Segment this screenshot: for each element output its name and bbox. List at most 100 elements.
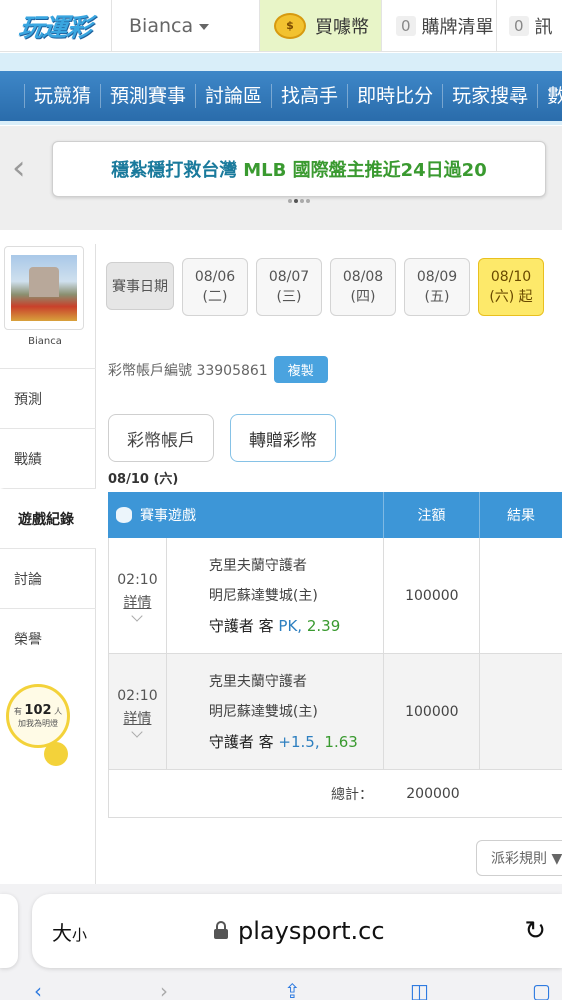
carousel-dot[interactable]	[300, 199, 304, 203]
banner-text-1: 穩紮穩打救台灣	[111, 160, 238, 181]
chevron-down-icon[interactable]	[131, 609, 144, 622]
time-cell: 02:10 詳情	[109, 538, 167, 653]
pick-handicap: PK,	[278, 617, 303, 635]
game-time: 02:10	[117, 687, 158, 704]
text-size-button[interactable]: 大小	[52, 917, 87, 946]
pick-handicap: +1.5,	[278, 733, 320, 751]
sidebar-item-game-log[interactable]: 遊戲紀錄	[0, 488, 96, 548]
top-header: 玩運彩 Bianca $ 買噱幣 0 購牌清單 0 訊	[0, 0, 562, 52]
main-panel: 賽事日期 08/06 (二) 08/07 (三) 08/08 (四) 08/09…	[96, 244, 562, 884]
sidebar-item-predict[interactable]: 預測	[0, 368, 96, 428]
chevron-down-icon	[199, 24, 210, 30]
column-header-game-label: 賽事遊戲	[140, 508, 196, 524]
copy-button[interactable]: 複製	[273, 356, 328, 383]
tab-gift-coin[interactable]: 轉贈彩幣	[230, 414, 336, 462]
address-bar[interactable]: 大小 playsport.cc ↻	[32, 894, 562, 968]
cart-button[interactable]: 0 購牌清單	[382, 0, 497, 51]
home-team: 明尼蘇達雙城(主)	[208, 704, 318, 720]
msg-count-badge: 0	[509, 15, 529, 36]
nav-item-quiz[interactable]: 玩競猜	[24, 84, 100, 108]
date-button[interactable]: 08/07 (三)	[256, 258, 322, 316]
current-date: 08/10 (六)	[108, 472, 179, 487]
table-footer: 總計： 200000	[108, 770, 562, 818]
site-logo[interactable]: 玩運彩	[0, 0, 112, 51]
share-icon[interactable]: ⇪	[284, 981, 301, 1000]
carousel-dot[interactable]	[306, 199, 310, 203]
pick-odds: 1.63	[324, 733, 358, 751]
nav-item-predict[interactable]: 預測賽事	[100, 84, 195, 108]
date-weekday: (三)	[276, 289, 302, 305]
sidebar-item-discuss[interactable]: 討論	[0, 548, 96, 608]
nav-item-player-search[interactable]: 玩家搜尋	[442, 84, 537, 108]
date-value: 08/06	[194, 269, 236, 285]
date-button[interactable]: 08/06 (二)	[182, 258, 248, 316]
back-icon[interactable]: ‹	[34, 981, 42, 1000]
avatar	[11, 255, 77, 321]
date-button[interactable]: 08/08 (四)	[330, 258, 396, 316]
date-value: 08/08	[342, 269, 384, 285]
reload-icon[interactable]: ↻	[524, 916, 546, 946]
date-weekday: (二)	[202, 289, 228, 305]
browser-bar: 大小 playsport.cc ↻ ‹ › ⇪ ◫ ▢	[0, 884, 562, 1000]
profile-sidebar: Bianca 預測 戰績 遊戲紀錄 討論 榮譽 有 102 人 加我為明燈	[0, 244, 96, 884]
messages-button[interactable]: 0 訊	[497, 0, 562, 51]
msg-label: 訊	[534, 16, 553, 38]
detail-link[interactable]: 詳情	[123, 592, 151, 612]
promo-banner[interactable]: 穩紮穩打救台灣 MLB 國際盤主推近24日過20	[52, 141, 546, 197]
date-label: 賽事日期	[106, 262, 174, 310]
away-team: 克里夫蘭守護者	[208, 674, 307, 690]
result-cell	[480, 538, 562, 653]
total-value: 200000	[406, 785, 460, 802]
match-cell: 克里夫蘭守護者 明尼蘇達雙城(主) 守護者 客 +1.5, 1.63	[167, 654, 385, 769]
carousel-dot[interactable]	[288, 199, 292, 203]
table-header: 賽事遊戲 注額 結果	[108, 492, 562, 538]
pick-team: 守護者 客	[208, 733, 274, 751]
carousel-dot[interactable]	[294, 199, 298, 203]
detail-link[interactable]: 詳情	[123, 708, 151, 728]
browser-toolbar: ‹ › ⇪ ◫ ▢	[0, 981, 562, 1000]
date-button-active[interactable]: 08/10 (六) 起	[478, 258, 544, 316]
payout-rules-button[interactable]: 派彩規則 ▼	[476, 840, 562, 876]
avatar-frame[interactable]	[4, 246, 84, 330]
pick-odds: 2.39	[306, 617, 341, 635]
sidebar-item-record[interactable]: 戰績	[0, 428, 96, 488]
tabs-icon[interactable]: ▢	[532, 981, 551, 1000]
column-header-result: 結果	[507, 508, 535, 524]
bet-amount: 100000	[384, 654, 481, 769]
user-menu[interactable]: Bianca	[112, 0, 260, 51]
banner-area: ‹ 穩紮穩打救台灣 MLB 國際盤主推近24日過20	[0, 126, 562, 230]
result-cell	[480, 654, 562, 769]
buy-coin-button[interactable]: $ 買噱幣	[260, 0, 382, 51]
time-cell: 02:10 詳情	[109, 654, 167, 769]
nav-item-experts[interactable]: 找高手	[271, 84, 347, 108]
forward-icon[interactable]: ›	[160, 981, 168, 1000]
date-button[interactable]: 08/09 (五)	[404, 258, 470, 316]
match-cell: 克里夫蘭守護者 明尼蘇達雙城(主) 守護者 客 PK, 2.39	[167, 538, 385, 653]
lock-icon	[214, 921, 228, 939]
sidebar-item-honor[interactable]: 榮譽	[0, 608, 96, 668]
away-team: 克里夫蘭守護者	[208, 558, 307, 574]
chevron-down-icon[interactable]	[131, 725, 144, 738]
main-nav: 玩競猜 預測賽事 討論區 找高手 即時比分 玩家搜尋 數	[0, 71, 562, 121]
fans-lightbulb[interactable]: 有 102 人 加我為明燈	[6, 684, 70, 748]
game-log-table: 賽事遊戲 注額 結果 02:10 詳情 克里夫蘭守護者 明尼蘇達雙城(主) 守護…	[108, 492, 562, 818]
fans-count: 102	[24, 703, 52, 718]
date-value: 08/09	[416, 269, 458, 285]
account-tabs: 彩幣帳戶 轉贈彩幣	[108, 414, 336, 462]
carousel-dots	[288, 199, 310, 203]
previous-tab-stub[interactable]	[0, 894, 18, 968]
game-time: 02:10	[117, 571, 158, 588]
date-weekday: (六) 起	[489, 289, 533, 305]
nav-item-live-score[interactable]: 即時比分	[347, 84, 442, 108]
account-row: 彩幣帳戶編號 33905861 複製	[108, 356, 328, 383]
nav-item-data[interactable]: 數	[537, 84, 562, 108]
banner-text-2: MLB 國際盤主推近24日過20	[243, 160, 487, 181]
bookmarks-icon[interactable]: ◫	[410, 981, 429, 1000]
tab-coin-account[interactable]: 彩幣帳戶	[108, 414, 214, 462]
column-header-game: 賽事遊戲	[108, 492, 384, 538]
pick-team: 守護者 客	[208, 617, 274, 635]
nav-item-forum[interactable]: 討論區	[195, 84, 271, 108]
chevron-left-icon[interactable]: ‹	[12, 148, 26, 188]
total-label: 總計：	[331, 786, 373, 803]
date-weekday: (五)	[424, 289, 450, 305]
